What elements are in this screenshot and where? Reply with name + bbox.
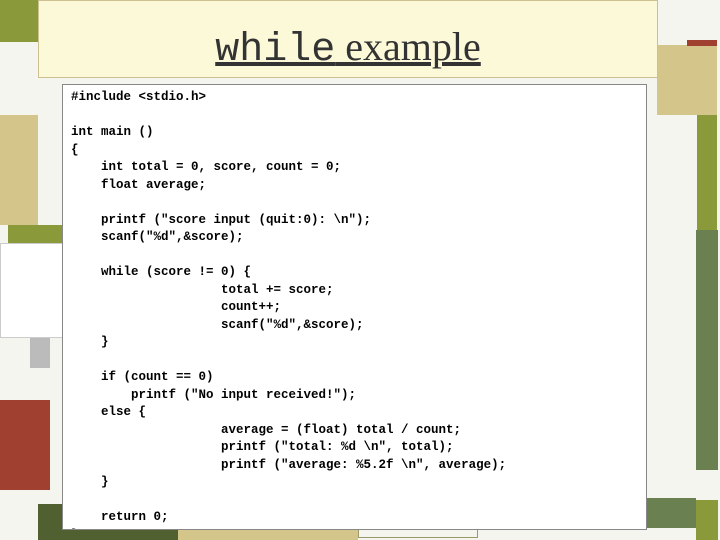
slide-title-band: while example bbox=[38, 0, 658, 78]
deco-block bbox=[0, 0, 38, 42]
deco-block bbox=[0, 115, 38, 225]
slide-title: while example bbox=[215, 23, 481, 73]
title-rest: example bbox=[335, 24, 481, 69]
deco-block bbox=[696, 500, 718, 540]
deco-block bbox=[0, 400, 50, 490]
deco-block bbox=[697, 115, 717, 230]
deco-block bbox=[696, 230, 718, 470]
title-keyword: while bbox=[215, 28, 335, 73]
deco-block bbox=[657, 45, 717, 115]
deco-block bbox=[30, 338, 50, 368]
deco-block bbox=[8, 225, 68, 243]
deco-block bbox=[687, 40, 717, 46]
code-listing: #include <stdio.h> int main () { int tot… bbox=[62, 84, 647, 530]
deco-block bbox=[0, 243, 68, 338]
